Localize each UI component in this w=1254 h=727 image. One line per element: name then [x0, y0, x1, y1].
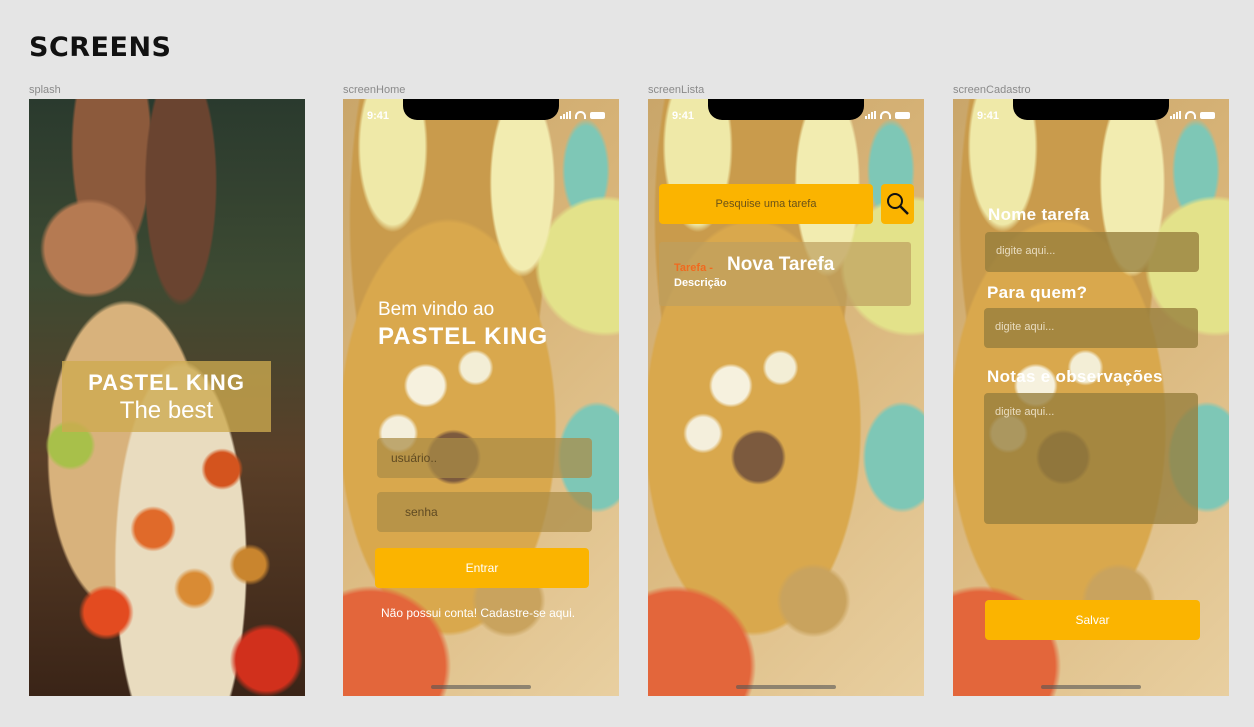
cadastro-screen: 9:41 Nome tarefa digite aqui... Para que… [953, 99, 1229, 696]
task-title: Nova Tarefa [727, 254, 835, 275]
page-heading: SCREENS [29, 32, 172, 63]
splash-title-box: PASTEL KING The best [62, 361, 271, 432]
welcome-text: Bem vindo ao [378, 299, 495, 320]
battery-icon [1200, 112, 1215, 119]
signal-icon [865, 111, 876, 119]
status-time: 9:41 [977, 110, 1000, 122]
notes-textarea[interactable]: digite aqui... [984, 393, 1198, 524]
status-bar: 9:41 [953, 99, 1229, 123]
signup-link[interactable]: Não possui conta! Cadastre-se aqui. [381, 606, 575, 620]
task-tag: Tarefa - [674, 262, 713, 274]
search-input[interactable]: Pesquise uma tarefa [659, 184, 873, 224]
home-indicator [736, 685, 836, 689]
wifi-icon [1185, 111, 1196, 119]
brand-title: PASTEL KING [378, 323, 549, 350]
search-button[interactable] [881, 184, 914, 224]
status-time: 9:41 [367, 110, 390, 122]
frame-label-home: screenHome [343, 84, 406, 96]
status-bar: 9:41 [648, 99, 924, 123]
frame-label-cadastro: screenCadastro [953, 84, 1031, 96]
save-button[interactable]: Salvar [985, 600, 1200, 640]
password-input[interactable]: senha [377, 492, 592, 532]
home-screen: 9:41 Bem vindo ao PASTEL KING usuário.. … [343, 99, 619, 696]
frame-label-splash: splash [29, 84, 61, 96]
device-notch [403, 99, 559, 120]
splash-subtitle: The best [119, 397, 214, 424]
wifi-icon [880, 111, 891, 119]
device-notch [1013, 99, 1169, 120]
splash-screen: PASTEL KING The best [29, 99, 305, 696]
username-input[interactable]: usuário.. [377, 438, 592, 478]
task-card[interactable]: Tarefa - Nova Tarefa Descrição [659, 242, 911, 306]
task-name-label: Nome tarefa [988, 205, 1090, 224]
notes-label: Notas e observações [987, 367, 1163, 386]
signal-icon [560, 111, 571, 119]
status-time: 9:41 [672, 110, 695, 122]
battery-icon [590, 112, 605, 119]
search-icon [886, 193, 909, 215]
login-button[interactable]: Entrar [375, 548, 589, 588]
device-notch [708, 99, 864, 120]
signal-icon [1170, 111, 1181, 119]
home-indicator [431, 685, 531, 689]
design-canvas: SCREENS splash PASTEL KING The best scre… [0, 0, 1254, 727]
status-bar: 9:41 [343, 99, 619, 123]
wifi-icon [575, 111, 586, 119]
home-indicator [1041, 685, 1141, 689]
splash-title: PASTEL KING [88, 370, 245, 395]
frame-label-lista: screenLista [648, 84, 705, 96]
task-description: Descrição [674, 277, 727, 289]
task-name-input[interactable]: digite aqui... [985, 232, 1199, 272]
battery-icon [895, 112, 910, 119]
assignee-label: Para quem? [987, 283, 1088, 302]
lista-screen: 9:41 Pesquise uma tarefa Tarefa - Nova T… [648, 99, 924, 696]
welcome-block: Bem vindo ao PASTEL KING [378, 299, 548, 351]
assignee-input[interactable]: digite aqui... [984, 308, 1198, 348]
